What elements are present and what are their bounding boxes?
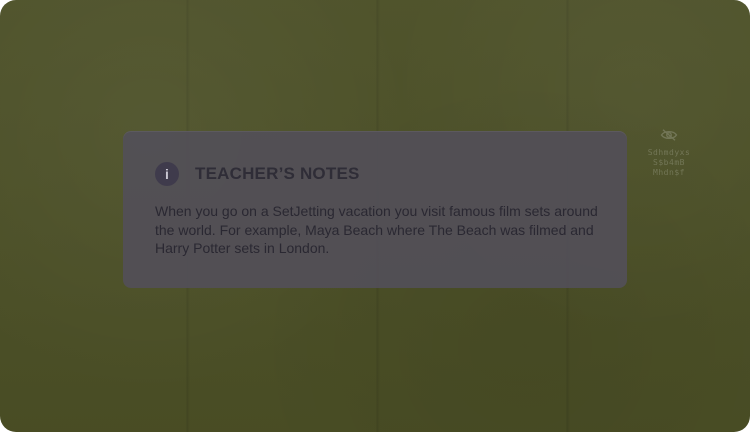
watermark-line-2: S$b4mB <box>653 158 685 167</box>
notes-title: TEACHER’S NOTES <box>195 164 360 183</box>
notes-body: When you go on a SetJetting vacation you… <box>155 203 598 256</box>
watermark-line-3: Mhdn$f <box>653 168 685 177</box>
notes-header: i TEACHER’S NOTES <box>155 161 360 187</box>
teachers-notes-card: i TEACHER’S NOTES When you go on a SetJe… <box>123 131 627 288</box>
eye-off-icon <box>660 129 678 141</box>
info-icon: i <box>155 162 179 186</box>
background-screen: Sdhmdyxs S$b4mB Mhdn$f i TEACHER’S NOTES… <box>0 0 750 432</box>
watermark: Sdhmdyxs S$b4mB Mhdn$f <box>644 128 694 188</box>
watermark-line-1: Sdhmdyxs <box>647 148 691 157</box>
